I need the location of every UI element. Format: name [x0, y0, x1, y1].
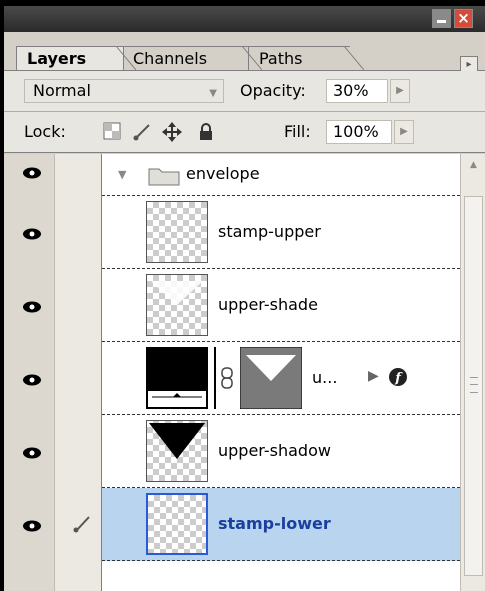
layer-row-body[interactable]: u... ▶ f	[102, 342, 460, 415]
menu-arrow-icon: ▸	[466, 59, 472, 70]
scroll-thumb[interactable]	[464, 196, 483, 576]
scrollbar[interactable]: ▲	[460, 154, 485, 591]
lock-fill-row: Lock: Fill: 100% ▶	[4, 112, 485, 153]
layer-thumbnail	[146, 201, 208, 263]
tab-bar: Paths Channels Layers ▸	[4, 32, 485, 74]
eye-icon[interactable]	[22, 445, 42, 464]
lock-label: Lock:	[24, 122, 66, 141]
layer-name: u...	[312, 368, 338, 387]
fill-input[interactable]: 100%	[326, 120, 392, 144]
blend-opacity-row: Normal ▼ Opacity: 30% ▶	[4, 71, 485, 112]
layer-name: stamp-lower	[218, 514, 331, 533]
opacity-slider-button[interactable]: ▶	[390, 79, 410, 103]
adjustment-thumbnail	[146, 347, 208, 409]
eye-icon[interactable]	[22, 518, 42, 537]
layer-stamp-upper[interactable]: stamp-upper	[4, 196, 460, 269]
layer-upper-shadow[interactable]: upper-shadow	[4, 415, 460, 488]
eye-icon[interactable]	[22, 165, 42, 184]
tab-channels-edge	[242, 46, 262, 70]
layers-panel: × Paths Channels Layers ▸ Normal ▼ Opaci…	[4, 6, 485, 591]
folder-icon	[148, 168, 180, 186]
tab-layers[interactable]: Layers	[16, 46, 124, 70]
play-arrow-icon: ▶	[400, 126, 408, 137]
tab-paths-edge	[344, 46, 364, 70]
scroll-up-arrow-icon[interactable]: ▲	[461, 154, 485, 176]
layer-row-body[interactable]: ▼ envelope	[102, 154, 460, 196]
lock-transparency-icon[interactable]	[102, 122, 122, 142]
blend-mode-select[interactable]: Normal ▼	[24, 79, 224, 103]
opacity-input[interactable]: 30%	[326, 79, 388, 103]
divider	[214, 347, 216, 409]
window-frame: × Paths Channels Layers ▸ Normal ▼ Opaci…	[0, 0, 485, 591]
layer-name: upper-shadow	[218, 441, 331, 460]
lock-all-padlock-icon[interactable]	[196, 122, 216, 142]
layer-row-body[interactable]: stamp-upper	[102, 196, 460, 269]
tab-paths[interactable]: Paths	[248, 46, 350, 70]
paintbrush-icon	[72, 514, 92, 538]
lock-position-move-icon[interactable]	[162, 122, 182, 142]
grip-icon	[470, 377, 478, 393]
layer-effects-icon[interactable]: f	[388, 367, 408, 387]
chain-link-icon[interactable]	[220, 367, 234, 389]
eye-icon[interactable]	[22, 372, 42, 391]
layer-row-body[interactable]: stamp-lower	[102, 488, 460, 561]
fill-slider-button[interactable]: ▶	[394, 120, 414, 144]
layer-group-envelope[interactable]: ▼ envelope	[4, 154, 460, 196]
layer-thumbnail	[146, 493, 208, 555]
close-button[interactable]: ×	[454, 9, 473, 28]
play-arrow-icon: ▶	[396, 85, 404, 96]
layer-name: envelope	[186, 164, 260, 183]
minimize-button[interactable]	[432, 9, 451, 28]
lock-pixels-brush-icon[interactable]	[132, 122, 152, 142]
expand-triangle-icon[interactable]: ▼	[118, 168, 126, 181]
layer-name: upper-shade	[218, 295, 318, 314]
layer-name: stamp-upper	[218, 222, 321, 241]
panel-titlebar: ×	[4, 6, 485, 32]
layer-stamp-lower[interactable]: stamp-lower	[4, 488, 460, 561]
effects-expand-arrow-icon[interactable]: ▶	[368, 368, 379, 384]
eye-icon[interactable]	[22, 299, 42, 318]
tab-layers-edge	[116, 46, 136, 70]
dropdown-arrow-icon: ▼	[209, 88, 217, 99]
close-icon: ×	[457, 9, 470, 27]
layer-row-body[interactable]: upper-shade	[102, 269, 460, 342]
blend-mode-value: Normal	[33, 81, 91, 100]
layer-upper-shade[interactable]: upper-shade	[4, 269, 460, 342]
layer-thumbnail	[146, 274, 208, 336]
layers-list: ▼ envelope stamp-upper upper-shade u... …	[4, 154, 485, 591]
tab-channels[interactable]: Channels	[122, 46, 250, 70]
mask-thumbnail	[240, 347, 302, 409]
fill-label: Fill:	[284, 122, 311, 141]
layer-adjustment-masked[interactable]: u... ▶ f	[4, 342, 460, 415]
layer-row-body[interactable]: upper-shadow	[102, 415, 460, 488]
eye-icon[interactable]	[22, 226, 42, 245]
layer-thumbnail	[146, 420, 208, 482]
opacity-label: Opacity:	[240, 81, 306, 100]
